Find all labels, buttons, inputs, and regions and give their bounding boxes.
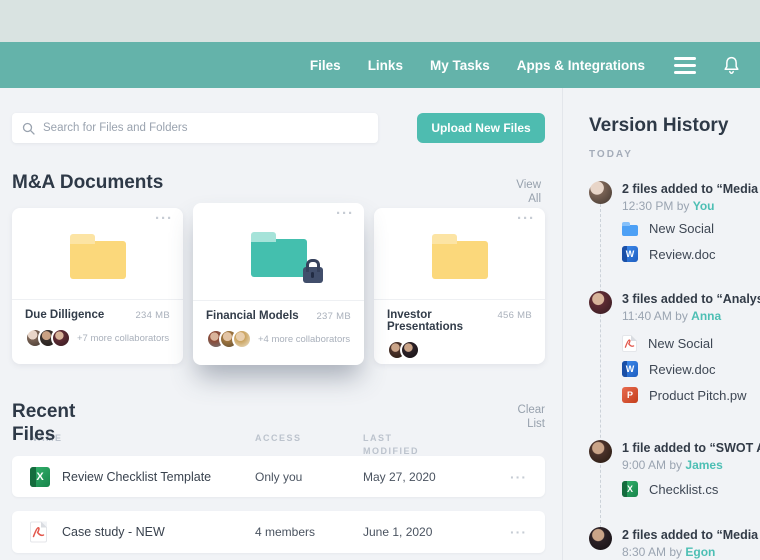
timeline-entry: 2 files added to “Media As 8:30 AM by Eg…	[589, 527, 760, 560]
entry-time: 9:00 AM by James	[622, 458, 723, 472]
card-more-icon[interactable]: ···	[336, 205, 354, 222]
excel-file-icon: X	[622, 481, 638, 497]
timeline-day-label: TODAY	[589, 149, 633, 160]
folder-name: Investor Presentations	[387, 309, 497, 333]
entry-user[interactable]: James	[685, 458, 722, 472]
search-input[interactable]	[43, 122, 368, 134]
file-access: Only you	[255, 470, 302, 484]
column-header-access: ACCESS	[255, 432, 291, 445]
user-avatar	[589, 181, 612, 204]
pdf-file-icon	[622, 335, 637, 352]
avatar	[51, 328, 71, 348]
main-content: Upload New Files M&A Documents View All …	[0, 88, 562, 560]
folder-card-due-dilligence[interactable]: ··· Due Dilligence 234 MB +7 more collab…	[12, 208, 183, 364]
timeline-file[interactable]: P Product Pitch.pw	[622, 384, 747, 406]
excel-file-icon: X	[30, 467, 50, 487]
file-row-case-study[interactable]: Case study - NEW 4 members June 1, 2020 …	[12, 511, 545, 553]
folder-icon	[70, 241, 126, 279]
entry-time: 11:40 AM by Anna	[622, 309, 721, 323]
timeline-file[interactable]: W Review.doc	[622, 358, 715, 380]
collaborator-avatars	[206, 329, 252, 349]
timeline-file[interactable]: New Social	[622, 332, 713, 354]
version-timeline: 2 files added to “Media As 12:30 PM by Y…	[589, 181, 760, 560]
entry-user[interactable]: Egon	[685, 545, 715, 559]
folder-card-investor-presentations[interactable]: ··· Investor Presentations 456 MB	[374, 208, 545, 364]
app-window: Files Links My Tasks Apps & Integrations…	[0, 0, 760, 560]
word-file-icon: W	[622, 361, 638, 377]
entry-title: 3 files added to “Analysi	[622, 292, 760, 306]
file-last-modified: May 27, 2020	[363, 470, 436, 484]
menu-hamburger-icon[interactable]	[674, 57, 696, 74]
clear-list-link[interactable]: Clear List	[505, 403, 545, 431]
browser-top-strip	[0, 0, 760, 42]
timeline-file[interactable]: X Checklist.cs	[622, 478, 718, 500]
search-bar[interactable]	[12, 113, 378, 143]
nav-item-apps-integrations[interactable]: Apps & Integrations	[517, 58, 645, 73]
row-more-icon[interactable]: ···	[510, 469, 527, 485]
avatar	[232, 329, 252, 349]
word-file-icon: W	[622, 246, 638, 262]
column-header-last-modified: LAST MODIFIED	[363, 432, 429, 458]
user-avatar	[589, 440, 612, 463]
file-last-modified: June 1, 2020	[363, 525, 432, 539]
version-history-panel: Version History TODAY 2 files added to “…	[562, 88, 760, 560]
notifications-bell-icon[interactable]	[723, 56, 740, 75]
folder-size: 456 MB	[497, 310, 532, 321]
collaborator-avatars	[387, 340, 420, 360]
file-access: 4 members	[255, 525, 315, 539]
entry-time: 8:30 AM by Egon	[622, 545, 715, 559]
folder-icon	[432, 241, 488, 279]
upload-new-files-button[interactable]: Upload New Files	[417, 113, 545, 143]
lock-icon	[303, 267, 323, 283]
view-all-link[interactable]: View All	[505, 178, 541, 206]
timeline-entry: 3 files added to “Analysi 11:40 AM by An…	[589, 291, 760, 411]
nav-item-my-tasks[interactable]: My Tasks	[430, 58, 490, 73]
main-navbar: Files Links My Tasks Apps & Integrations	[0, 42, 760, 88]
blue-folder-icon	[622, 225, 638, 236]
folder-size: 237 MB	[316, 311, 351, 322]
timeline-entry: 2 files added to “Media As 12:30 PM by Y…	[589, 181, 760, 273]
version-history-title: Version History	[589, 115, 728, 137]
file-row-review-checklist[interactable]: X Review Checklist Template Only you May…	[12, 456, 545, 497]
folder-cards-row: ··· Due Dilligence 234 MB +7 more collab…	[12, 208, 545, 374]
file-name: Review Checklist Template	[62, 470, 211, 484]
timeline-entry: 1 file added to “SWOT Ana 9:00 AM by Jam…	[589, 440, 760, 506]
entry-time: 12:30 PM by You	[622, 199, 715, 213]
folder-size: 234 MB	[135, 310, 170, 321]
powerpoint-file-icon: P	[622, 387, 638, 403]
user-avatar	[589, 291, 612, 314]
collaborators-label: +7 more collaborators	[77, 333, 169, 344]
nav-item-files[interactable]: Files	[310, 58, 341, 73]
user-avatar	[589, 527, 612, 550]
entry-title: 1 file added to “SWOT Ana	[622, 441, 760, 455]
folder-card-financial-models[interactable]: ··· Financial Models 237 MB +	[193, 203, 364, 365]
avatar	[400, 340, 420, 360]
timeline-file[interactable]: W Review.doc	[622, 243, 715, 265]
file-name: Case study - NEW	[62, 525, 165, 539]
folder-name: Due Dilligence	[25, 309, 104, 321]
nav-item-links[interactable]: Links	[368, 58, 403, 73]
pdf-file-icon	[30, 522, 47, 543]
card-more-icon[interactable]: ···	[517, 210, 535, 227]
card-more-icon[interactable]: ···	[155, 210, 173, 227]
entry-user[interactable]: You	[693, 199, 715, 213]
entry-user[interactable]: Anna	[691, 309, 721, 323]
collaborators-label: +4 more collaborators	[258, 334, 350, 345]
recent-files-title: Recent Files	[12, 400, 112, 446]
locked-folder-icon	[251, 239, 307, 277]
folder-name: Financial Models	[206, 310, 299, 322]
search-icon	[22, 122, 35, 135]
collaborator-avatars	[25, 328, 71, 348]
ma-documents-title: M&A Documents	[12, 172, 163, 194]
row-more-icon[interactable]: ···	[510, 524, 527, 540]
entry-title: 2 files added to “Media As	[622, 182, 760, 196]
entry-title: 2 files added to “Media As	[622, 528, 760, 542]
timeline-file[interactable]: New Social	[622, 217, 714, 239]
